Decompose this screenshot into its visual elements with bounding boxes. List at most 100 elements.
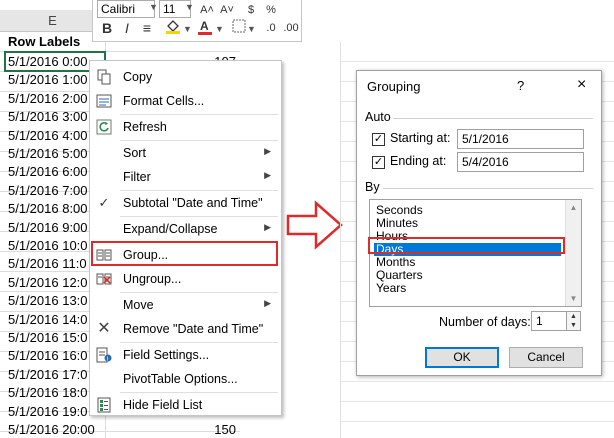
menu-item-subtotal[interactable]: ✓ Subtotal "Date and Time" <box>90 191 281 215</box>
borders-dropdown-icon[interactable]: ▼ <box>247 24 256 34</box>
font-name-box[interactable]: Calibri <box>97 0 155 18</box>
row-label-cell[interactable]: 5/1/2016 6:00 <box>8 164 88 179</box>
spin-up-icon[interactable]: ▲ <box>567 312 580 321</box>
auto-section-title: Auto <box>365 110 391 124</box>
scroll-up-icon[interactable]: ▲ <box>566 200 581 215</box>
decrease-font-icon[interactable]: A˅ <box>217 0 237 20</box>
menu-item-hide-field-list[interactable]: Hide Field List <box>90 393 281 417</box>
fill-color-icon[interactable] <box>163 18 183 38</box>
dialog-title: Grouping <box>367 79 421 94</box>
row-label-cell[interactable]: 5/1/2016 10:0 <box>8 238 88 253</box>
field-settings-icon: i <box>96 347 112 363</box>
by-section-title: By <box>365 180 380 194</box>
menu-item-refresh[interactable]: Refresh <box>90 115 281 139</box>
ending-at-checkbox[interactable]: ✓ <box>372 156 385 169</box>
submenu-arrow-icon: ▶ <box>264 170 271 180</box>
starting-at-input[interactable]: 5/1/2016 <box>457 129 584 149</box>
row-label-cell[interactable]: 5/1/2016 12:0 <box>8 275 88 290</box>
row-label-cell[interactable]: 5/1/2016 15:0 <box>8 330 88 345</box>
row-label-cell[interactable]: 5/1/2016 19:0 <box>8 404 88 419</box>
field-list-icon <box>96 397 112 413</box>
right-arrow-icon <box>286 200 343 250</box>
menu-item-pivottable-options[interactable]: PivotTable Options... <box>90 367 281 391</box>
menu-item-expand-collapse[interactable]: Expand/Collapse ▶ <box>90 217 281 241</box>
remove-icon: ✕ <box>97 320 111 337</box>
menu-item-label: Hide Field List <box>123 398 203 412</box>
menu-item-copy[interactable]: Copy <box>90 65 281 89</box>
decrease-decimal-icon[interactable]: .00 <box>281 18 301 38</box>
group-menu-highlight-box <box>91 241 278 266</box>
number-of-days-spinner[interactable]: ▲ ▼ <box>567 311 581 331</box>
ending-at-input[interactable]: 5/4/2016 <box>457 152 584 172</box>
refresh-icon <box>96 119 112 135</box>
menu-item-label: Remove "Date and Time" <box>123 322 264 336</box>
borders-icon[interactable] <box>229 18 249 38</box>
table-row[interactable]: 5/1/2016 20:00 150 <box>0 420 240 438</box>
number-of-days-input[interactable]: 1 <box>531 311 567 331</box>
value-cell[interactable]: 150 <box>214 422 236 437</box>
row-labels-header[interactable]: Row Labels <box>8 34 80 49</box>
svg-text:A: A <box>200 19 209 33</box>
menu-item-format-cells[interactable]: Format Cells... <box>90 89 281 113</box>
italic-icon[interactable]: I <box>117 18 137 38</box>
ok-button[interactable]: OK <box>425 347 499 368</box>
font-name-dropdown-icon[interactable]: ▼ <box>149 2 158 12</box>
spin-down-icon[interactable]: ▼ <box>567 321 580 330</box>
fill-color-dropdown-icon[interactable]: ▼ <box>183 24 192 34</box>
menu-item-remove[interactable]: ✕ Remove "Date and Time" <box>90 317 281 341</box>
row-label-cell[interactable]: 5/1/2016 11:0 <box>8 256 87 271</box>
menu-item-label: Move <box>123 298 154 312</box>
list-item-years[interactable]: Years <box>374 282 406 295</box>
row-label-cell[interactable]: 5/1/2016 2:00 <box>8 91 88 106</box>
submenu-arrow-icon: ▶ <box>264 146 271 156</box>
font-color-dropdown-icon[interactable]: ▼ <box>215 24 224 34</box>
mini-toolbar: Calibri ▼ 11 ▼ A˄ A˅ $ % B I ≡ ▼ A ▼ ▼ .… <box>92 0 302 42</box>
row-label-cell[interactable]: 5/1/2016 14:0 <box>8 312 88 327</box>
row-label-cell[interactable]: 5/1/2016 8:00 <box>8 201 88 216</box>
close-button[interactable]: × <box>577 76 586 94</box>
row-label-cell[interactable]: 5/1/2016 16:0 <box>8 348 88 363</box>
help-button[interactable]: ? <box>517 78 524 93</box>
increase-decimal-icon[interactable]: .0 <box>261 18 281 38</box>
number-of-days-label: Number of days: <box>439 315 531 329</box>
currency-format-icon[interactable]: $ <box>241 0 261 20</box>
menu-item-label: Copy <box>123 70 153 84</box>
menu-item-label: Format Cells... <box>123 94 205 108</box>
check-icon: ✓ <box>98 195 110 210</box>
menu-item-label: Sort <box>123 146 146 160</box>
menu-item-label: Field Settings... <box>123 348 210 362</box>
row-label-cell[interactable]: 5/1/2016 7:00 <box>8 183 88 198</box>
menu-item-ungroup[interactable]: Ungroup... <box>90 267 281 291</box>
menu-item-move[interactable]: Move ▶ <box>90 293 281 317</box>
font-color-icon[interactable]: A <box>195 18 215 38</box>
bold-icon[interactable]: B <box>97 18 117 38</box>
menu-item-sort[interactable]: Sort ▶ <box>90 141 281 165</box>
copy-icon <box>96 69 112 85</box>
starting-at-checkbox[interactable]: ✓ <box>372 133 385 146</box>
menu-item-label: Ungroup... <box>123 272 182 286</box>
align-center-icon[interactable]: ≡ <box>137 18 157 38</box>
scroll-down-icon[interactable]: ▼ <box>566 291 581 306</box>
context-menu: Copy Format Cells... Refresh Sort ▶ Filt… <box>89 60 282 416</box>
menu-item-field-settings[interactable]: i Field Settings... <box>90 343 281 367</box>
font-size-dropdown-icon[interactable]: ▼ <box>185 2 194 12</box>
increase-font-icon[interactable]: A˄ <box>197 0 217 20</box>
cancel-button[interactable]: Cancel <box>509 347 583 368</box>
row-label-cell[interactable]: 5/1/2016 3:00 <box>8 109 88 124</box>
percent-format-icon[interactable]: % <box>261 0 281 20</box>
row-label-cell[interactable]: 5/1/2016 13:0 <box>8 293 88 308</box>
row-label-cell[interactable]: 5/1/2016 17:0 <box>8 367 88 382</box>
starting-at-label: Starting at: <box>390 131 451 145</box>
ending-at-label: Ending at: <box>390 154 447 168</box>
row-label-cell[interactable]: 5/1/2016 5:00 <box>8 146 88 161</box>
menu-item-filter[interactable]: Filter ▶ <box>90 165 281 189</box>
listbox-scrollbar[interactable]: ▲ ▼ <box>565 200 581 306</box>
row-label-cell[interactable]: 5/1/2016 18:0 <box>8 385 88 400</box>
column-header-e[interactable]: E <box>0 10 106 32</box>
section-divider <box>383 188 593 189</box>
row-label-cell[interactable]: 5/1/2016 1:00 <box>8 72 88 87</box>
menu-item-label: Subtotal "Date and Time" <box>123 196 263 210</box>
row-label-cell[interactable]: 5/1/2016 20:00 <box>8 422 95 437</box>
row-label-cell[interactable]: 5/1/2016 9:00 <box>8 220 88 235</box>
row-label-cell[interactable]: 5/1/2016 4:00 <box>8 128 88 143</box>
